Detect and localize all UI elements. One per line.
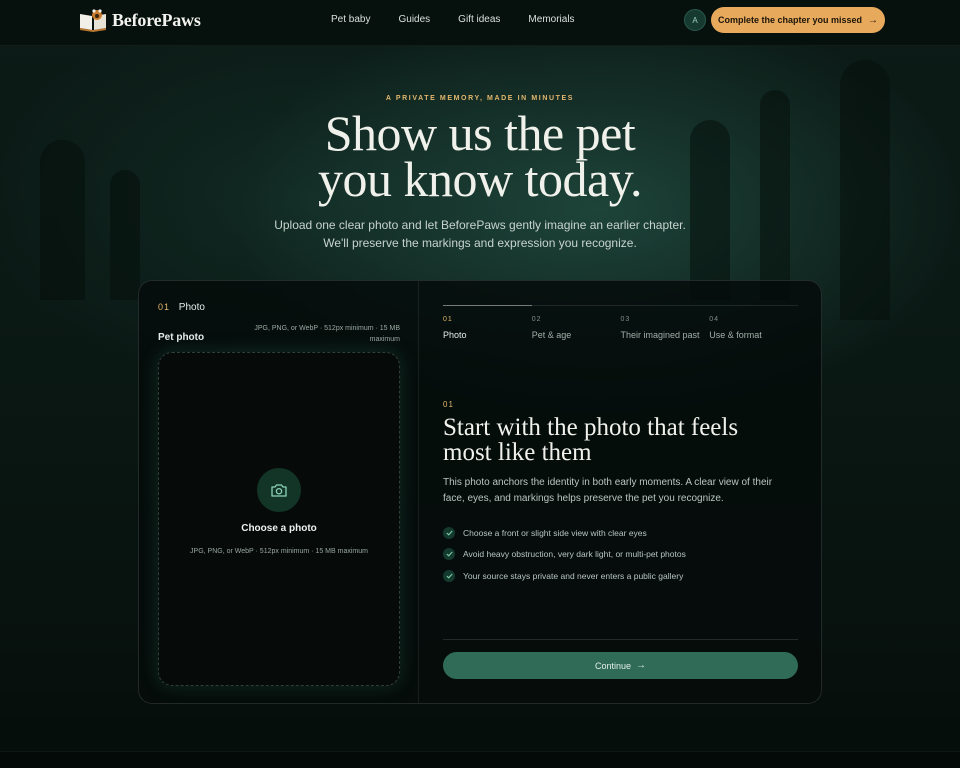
upload-pane: 01 Photo Pet photo JPG, PNG, or WebP · 5… (139, 281, 419, 703)
check-icon (443, 526, 455, 539)
step-tab-pet-age[interactable]: 02 Pet & age (531, 305, 621, 340)
step-number: 03 (620, 316, 631, 323)
step-tab-use-format[interactable]: 04 Use & format (709, 305, 798, 340)
hero-subhead: Upload one clear photo and let BeforePaw… (0, 216, 960, 252)
list-item: Your source stays private and never ente… (443, 565, 686, 587)
tips-list: Choose a front or slight side view with … (443, 522, 686, 587)
pet-photo-label: Pet photo (158, 332, 205, 343)
upload-card: 01 Photo Pet photo JPG, PNG, or WebP · 5… (138, 280, 822, 704)
list-item: Avoid heavy obstruction, very dark light… (443, 544, 686, 566)
camera-icon (257, 468, 301, 512)
upload-step-label: Photo (178, 302, 205, 313)
page-footer (0, 751, 960, 768)
tip-text: Choose a front or slight side view with … (463, 527, 647, 538)
user-avatar[interactable]: A (684, 9, 706, 31)
step-label: Use & format (709, 330, 762, 340)
subhead-line-1: Upload one clear photo and let BeforePaw… (274, 218, 686, 232)
continue-button[interactable]: Continue → (443, 652, 798, 679)
book-paw-logo-icon (78, 8, 108, 32)
brand-logo[interactable]: BeforePaws (78, 8, 201, 32)
panel-description: This photo anchors the identity in both … (443, 477, 773, 504)
step-progress: 01 Photo 02 Pet & age 03 Their imagined … (443, 305, 798, 340)
step-tab-photo[interactable]: 01 Photo (443, 305, 532, 340)
choose-photo-hint: JPG, PNG, or WebP · 512px minimum · 15 M… (190, 548, 368, 555)
continue-label: Continue (594, 660, 632, 671)
nav-links: Pet baby Guides Gift ideas Memorials (331, 14, 603, 25)
arrow-right-icon: → (636, 660, 647, 671)
step-label: Photo (443, 330, 467, 340)
nav-link-guides[interactable]: Guides (398, 14, 430, 25)
check-icon (443, 548, 455, 561)
complete-chapter-button[interactable]: Complete the chapter you missed → (711, 7, 885, 33)
photo-dropzone[interactable]: Choose a photo JPG, PNG, or WebP · 512px… (158, 352, 400, 686)
step-details-pane: 01 Photo 02 Pet & age 03 Their imagined … (419, 281, 821, 703)
step-number: 01 (443, 316, 453, 323)
tip-text: Avoid heavy obstruction, very dark light… (463, 549, 686, 560)
choose-photo-label: Choose a photo (241, 523, 317, 534)
cta-label: Complete the chapter you missed (717, 15, 863, 25)
top-nav: BeforePaws Pet baby Guides Gift ideas Me… (0, 0, 960, 46)
step-number: 02 (531, 316, 542, 323)
nav-link-pet-baby[interactable]: Pet baby (331, 14, 370, 25)
hero-headline: Show us the pet you know today. (0, 105, 960, 207)
step-label: Their imagined past (620, 330, 700, 340)
upload-step-number: 01 (158, 302, 171, 312)
divider (443, 639, 798, 640)
brand-name: BeforePaws (112, 9, 201, 30)
arrow-right-icon: → (868, 14, 879, 26)
subhead-line-2: We'll preserve the markings and expressi… (323, 236, 637, 250)
upload-step-tag: 01 Photo (158, 302, 205, 313)
check-icon (443, 569, 455, 582)
panel-step-number: 01 (443, 400, 454, 409)
step-number: 04 (709, 316, 720, 323)
nav-link-gift-ideas[interactable]: Gift ideas (458, 14, 500, 25)
hero-eyebrow: A PRIVATE MEMORY, MADE IN MINUTES (385, 95, 575, 102)
step-label: Pet & age (531, 330, 572, 340)
tip-text: Your source stays private and never ente… (463, 570, 684, 581)
list-item: Choose a front or slight side view with … (443, 522, 686, 544)
headline-line-2: you know today. (318, 151, 642, 207)
panel-title: Start with the photo that feels most lik… (443, 414, 739, 466)
nav-link-memorials[interactable]: Memorials (528, 14, 574, 25)
step-tab-imagined-past[interactable]: 03 Their imagined past (620, 305, 710, 340)
pet-photo-hint: JPG, PNG, or WebP · 512px minimum · 15 M… (254, 325, 400, 343)
headline-line-1: Show us the pet (324, 105, 636, 161)
